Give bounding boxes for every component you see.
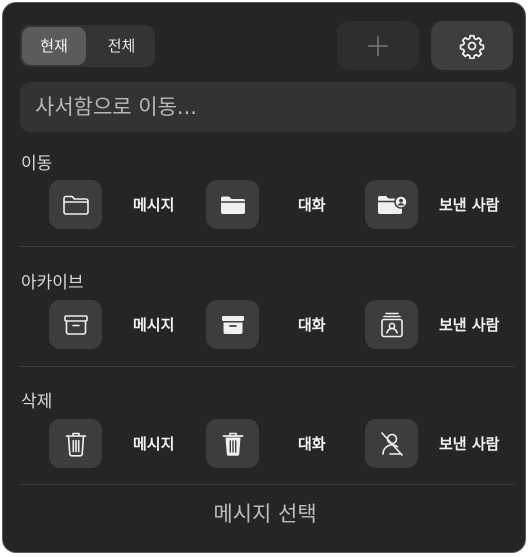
trash-outline-icon xyxy=(64,430,88,458)
move-message-label: 메시지 xyxy=(133,196,175,214)
move-sender-button[interactable] xyxy=(365,180,418,229)
archive-person-icon xyxy=(379,311,405,339)
delete-message-label: 메시지 xyxy=(133,435,175,453)
archive-sender-button[interactable] xyxy=(365,300,418,349)
segment-all[interactable]: 전체 xyxy=(90,27,153,65)
archive-box-filled-icon xyxy=(220,313,246,337)
move-conversation-button[interactable] xyxy=(206,180,259,229)
add-button[interactable] xyxy=(337,21,419,70)
section-divider xyxy=(20,246,515,247)
search-input[interactable] xyxy=(33,94,516,120)
delete-conversation-button[interactable] xyxy=(206,419,259,468)
section-title-move: 이동 xyxy=(21,154,53,174)
move-message-button[interactable] xyxy=(49,180,102,229)
archive-message-button[interactable] xyxy=(49,300,102,349)
section-title-delete: 삭제 xyxy=(21,392,53,412)
trash-filled-icon xyxy=(221,430,245,458)
gear-icon xyxy=(459,33,485,59)
move-sender-label: 보낸 사람 xyxy=(439,196,500,214)
move-conversation-label: 대화 xyxy=(298,196,326,214)
section-divider xyxy=(20,484,515,485)
folder-filled-icon xyxy=(219,194,247,216)
person-slash-icon xyxy=(378,430,406,458)
archive-conversation-label: 대화 xyxy=(298,316,326,334)
delete-message-button[interactable] xyxy=(49,419,102,468)
section-divider xyxy=(20,366,515,367)
archive-message-label: 메시지 xyxy=(133,316,175,334)
settings-button[interactable] xyxy=(431,21,513,70)
mailbox-search-field[interactable] xyxy=(20,82,516,132)
archive-box-outline-icon xyxy=(63,313,89,337)
plus-icon xyxy=(367,35,389,57)
delete-sender-label: 보낸 사람 xyxy=(439,435,500,453)
section-title-archive: 아카이브 xyxy=(21,273,84,293)
delete-conversation-label: 대화 xyxy=(298,435,326,453)
delete-sender-button[interactable] xyxy=(365,419,418,468)
folder-outline-icon xyxy=(62,194,90,216)
select-messages-button[interactable]: 메시지 선택 xyxy=(3,498,527,528)
mailbox-actions-panel: 현재 전체 이동 메시지 xyxy=(2,2,526,553)
scope-segmented-control: 현재 전체 xyxy=(20,25,155,67)
folder-person-icon xyxy=(376,193,408,217)
archive-sender-label: 보낸 사람 xyxy=(439,316,500,334)
archive-conversation-button[interactable] xyxy=(206,300,259,349)
segment-current[interactable]: 현재 xyxy=(22,27,86,65)
